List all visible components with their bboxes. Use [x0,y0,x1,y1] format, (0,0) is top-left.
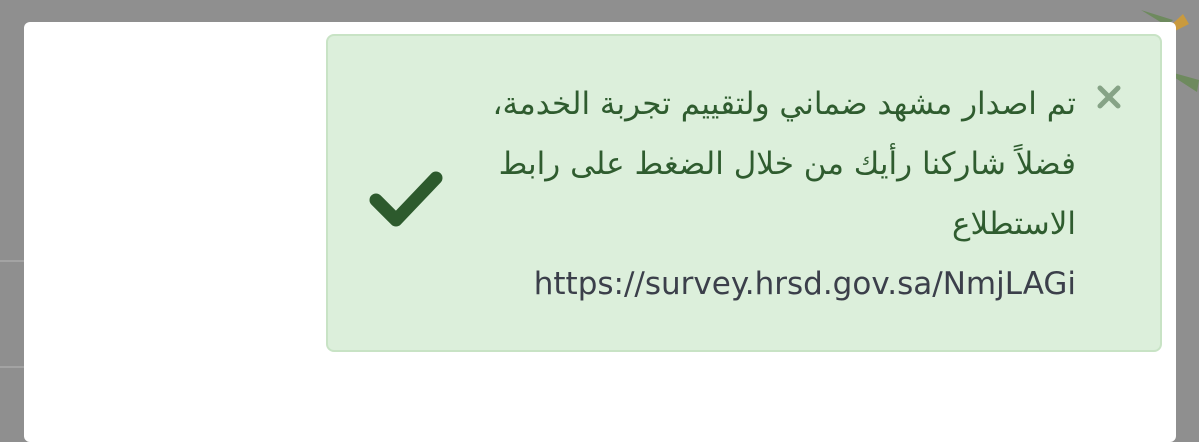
survey-link[interactable]: https://survey.hrsd.gov.sa/NmjLAGi [476,254,1076,314]
close-alert-button[interactable] [1094,82,1124,112]
alert-message-text: تم اصدار مشهد ضماني ولتقييم تجربة الخدمة… [492,86,1076,242]
checkmark-icon [369,171,443,227]
close-icon [1097,85,1121,109]
modal-dialog: تم اصدار مشهد ضماني ولتقييم تجربة الخدمة… [24,22,1176,442]
backdrop-divider [0,366,24,368]
success-alert: تم اصدار مشهد ضماني ولتقييم تجربة الخدمة… [326,34,1162,352]
alert-message: تم اصدار مشهد ضماني ولتقييم تجربة الخدمة… [476,74,1076,314]
backdrop-divider [0,260,24,262]
